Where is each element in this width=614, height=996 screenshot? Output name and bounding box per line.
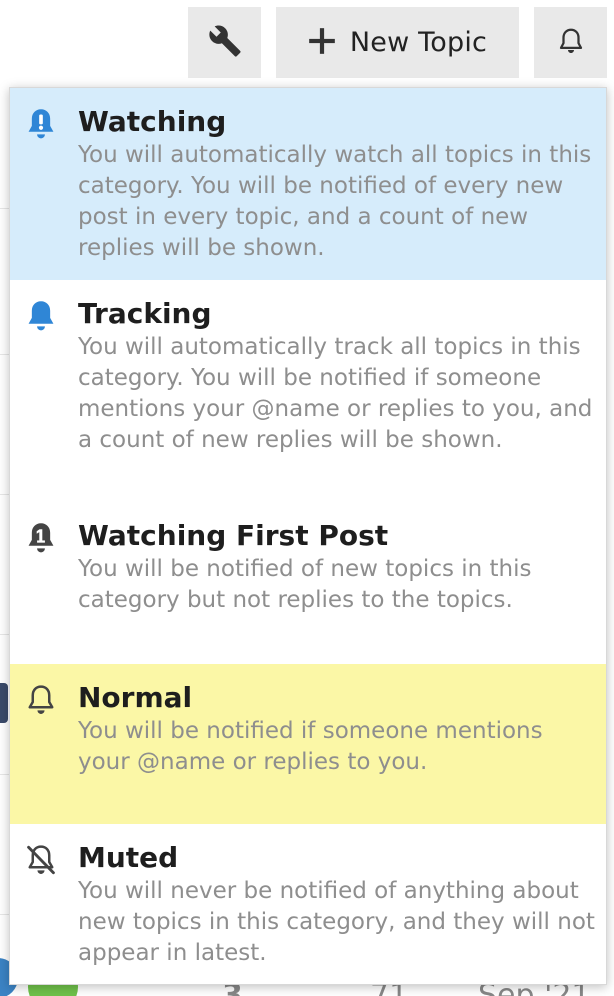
option-watching-first-post[interactable]: Watching First Post You will be notified… (10, 502, 606, 664)
wrench-icon (208, 24, 242, 62)
bell-exclamation-icon (24, 108, 58, 142)
option-muted[interactable]: Muted You will never be notified of anyt… (10, 824, 606, 984)
bell-filled-icon (24, 300, 58, 334)
option-title: Tracking (78, 297, 212, 330)
option-description: You will automatically track all topics … (78, 334, 593, 453)
option-tracking[interactable]: Tracking You will automatically track al… (10, 280, 606, 502)
option-title: Normal (78, 681, 193, 714)
notification-level-dropdown: Watching You will automatically watch al… (9, 87, 607, 985)
category-admin-button[interactable] (188, 7, 261, 78)
notification-level-button[interactable] (534, 7, 607, 78)
plus-icon (308, 27, 336, 59)
bell-one-icon (24, 522, 58, 556)
bell-slash-icon (24, 844, 58, 878)
option-title: Watching First Post (78, 519, 389, 552)
bell-icon (556, 26, 586, 60)
option-title: Muted (78, 841, 179, 874)
option-normal[interactable]: Normal You will be notified if someone m… (10, 664, 606, 824)
option-description: You will be notified of new topics in th… (78, 556, 532, 613)
option-watching[interactable]: Watching You will automatically watch al… (10, 88, 606, 280)
option-description: You will automatically watch all topics … (78, 142, 592, 261)
new-topic-label: New Topic (349, 27, 488, 58)
option-title: Watching (78, 105, 227, 138)
option-description: You will never be notified of anything a… (78, 878, 595, 966)
bell-outline-icon (24, 684, 58, 718)
option-description: You will be notified if someone mentions… (78, 718, 543, 775)
new-topic-button[interactable]: New Topic (276, 7, 519, 78)
page: 3 71 Sep '21 New Topic Watching You will… (0, 0, 614, 996)
avatar (0, 683, 8, 723)
